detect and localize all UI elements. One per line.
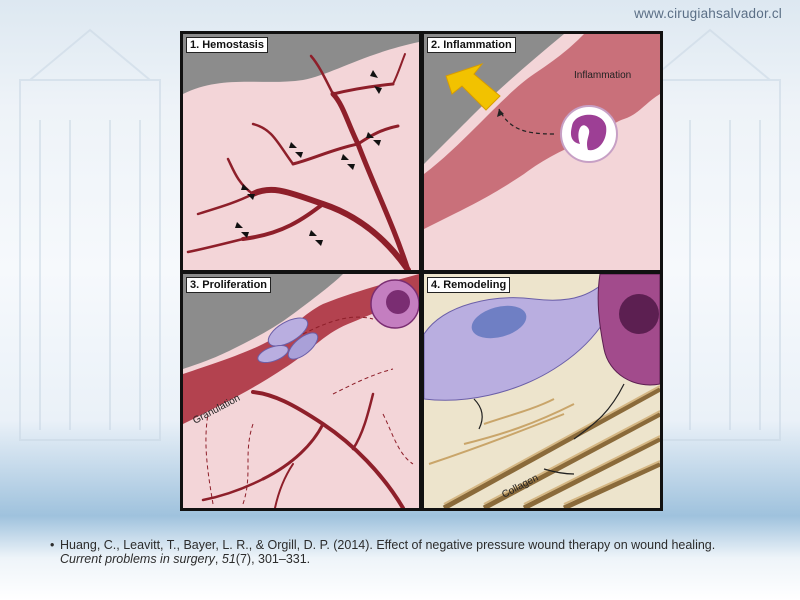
- site-url[interactable]: www.cirugiahsalvador.cl: [634, 6, 782, 21]
- panel-title-proliferation: 3. Proliferation: [186, 277, 272, 293]
- hemostasis-illustration: [183, 34, 419, 270]
- panel-title-remodeling: 4. Remodeling: [427, 277, 511, 293]
- wound-healing-figure: 1. Hemostasis Inflammation 2. Inflammati…: [180, 31, 663, 511]
- panel-inflammation: Inflammation 2. Inflammation: [424, 34, 660, 270]
- bullet: •: [50, 538, 55, 552]
- panel-proliferation: Granulation 3. Proliferation: [183, 274, 419, 508]
- citation-separator: ,: [214, 552, 222, 566]
- citation-pages: , 301–331.: [251, 552, 311, 566]
- leukocyte-icon: [370, 279, 419, 329]
- inflammation-illustration: Inflammation: [424, 34, 660, 270]
- remodeling-illustration: Collagen: [424, 274, 660, 508]
- citation-issue: (7): [235, 552, 252, 566]
- panel-title-inflammation: 2. Inflammation: [427, 37, 516, 53]
- panel-remodeling: Collagen 4. Remodeling: [424, 274, 660, 508]
- leukocyte-icon: [560, 105, 618, 163]
- citation-authors: Huang, C., Leavitt, T., Bayer, L. R., & …: [60, 538, 716, 552]
- inflammation-label: Inflammation: [574, 70, 631, 81]
- citation-volume: 51: [221, 552, 236, 566]
- citation-journal: Current problems in surgery: [60, 552, 215, 566]
- citation: • Huang, C., Leavitt, T., Bayer, L. R., …: [50, 538, 760, 566]
- panel-title-hemostasis: 1. Hemostasis: [186, 37, 268, 53]
- panel-hemostasis: 1. Hemostasis: [183, 34, 419, 270]
- proliferation-illustration: Granulation: [183, 274, 419, 508]
